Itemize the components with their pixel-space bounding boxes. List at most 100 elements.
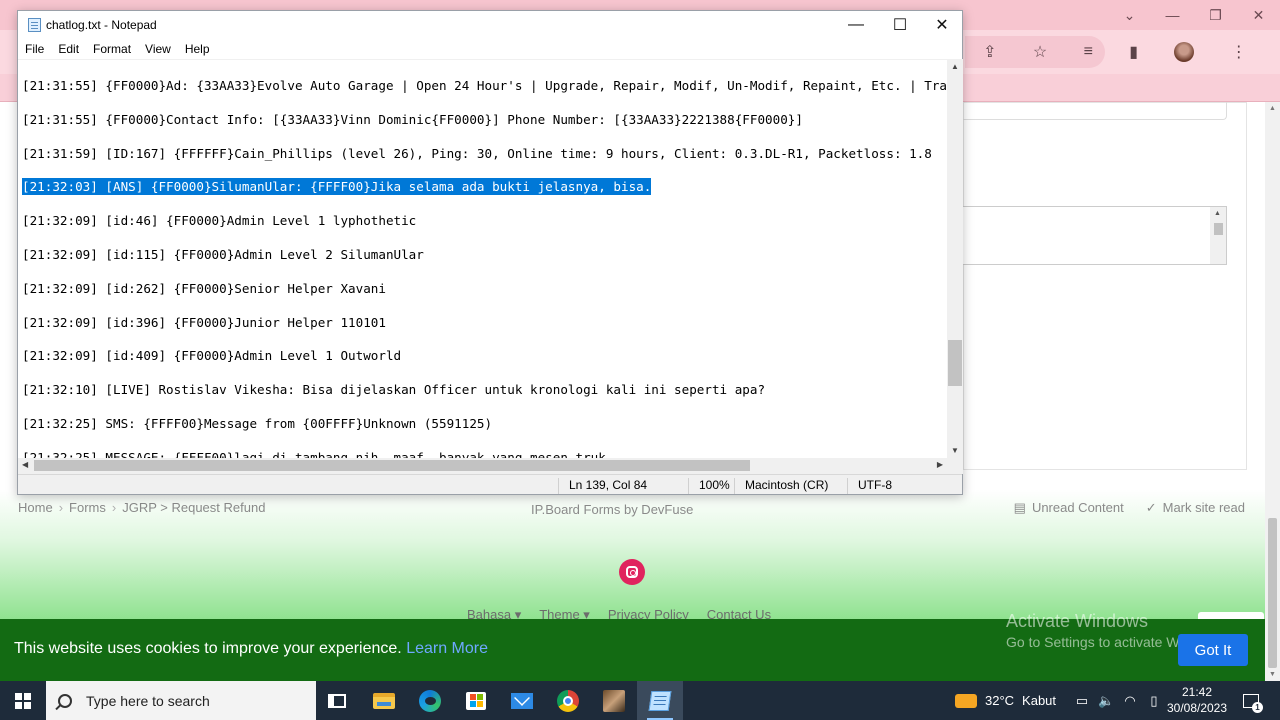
chrome-button[interactable] [545,681,591,720]
search-icon [58,693,72,708]
form-textarea[interactable]: ▲ [963,206,1227,265]
menu-view[interactable]: View [138,39,178,59]
horizontal-scroll-thumb[interactable] [34,460,750,471]
battery-icon[interactable]: ▯ [1146,693,1162,709]
media-icon[interactable]: ≡ [1084,43,1093,61]
learn-more-link[interactable]: Learn More [406,640,488,657]
breadcrumb-home[interactable]: Home [18,500,53,516]
network-icon[interactable]: ▭ [1074,693,1090,709]
bookmark-star-icon[interactable]: ☆ [1033,42,1047,62]
encoding: UTF-8 [847,478,962,494]
chevron-right-icon: › [111,500,117,515]
scroll-up-arrow-icon[interactable]: ▲ [951,62,959,71]
side-panel-icon[interactable]: ▮ [1129,42,1138,62]
minimize-icon[interactable]: — [1151,0,1194,30]
clock-date: 30/08/2023 [1166,701,1228,715]
text-line[interactable]: [21:32:09] [id:409] {FF0000}Admin Level … [22,347,401,364]
notepad-taskbar-button[interactable] [637,681,683,720]
wifi-icon[interactable]: ◠ [1122,693,1138,709]
mark-site-read-label: Mark site read [1162,500,1245,515]
text-line[interactable]: [21:32:10] [LIVE] Rostislav Vikesha: Bis… [22,381,765,398]
game-app-button[interactable] [591,681,637,720]
menu-format[interactable]: Format [86,39,138,59]
text-line[interactable]: [21:32:25] MESSAGE: {FFFF00}lagi di tamb… [22,449,606,458]
window-title: chatlog.txt - Notepad [46,18,157,32]
scroll-up-arrow-icon[interactable]: ▲ [1269,105,1276,112]
file-explorer-button[interactable] [361,681,407,720]
task-view-button[interactable] [314,681,360,720]
scroll-thumb[interactable] [1214,223,1223,235]
scroll-down-arrow-icon[interactable]: ▼ [951,446,959,455]
activate-windows-title: Activate Windows [1006,611,1149,631]
weather-hazy-icon [955,693,977,708]
menu-file[interactable]: File [18,39,51,59]
scroll-up-arrow-icon[interactable]: ▲ [1214,210,1221,217]
clock[interactable]: 21:42 30/08/2023 [1166,684,1228,716]
scroll-left-arrow-icon[interactable]: ◀ [22,460,28,469]
menu-dots-icon[interactable]: ⋮ [1231,42,1247,62]
mail-button[interactable] [499,681,545,720]
maximize-button[interactable]: ☐ [878,11,922,39]
breadcrumb: Home › Forms › JGRP > Request Refund [18,500,265,516]
text-line[interactable]: [21:32:25] SMS: {FFFF00}Message from {00… [22,415,492,432]
resize-grip-icon[interactable] [947,458,963,474]
taskbar-search-box[interactable]: Type here to search [46,681,316,720]
form-input-field[interactable] [963,102,1227,120]
weather-widget[interactable]: 32°C Kabut [955,681,1056,720]
text-line[interactable]: [21:32:03] [ANS] {FF0000}SilumanUlar: {F… [22,178,652,196]
notification-badge: 1 [1252,701,1263,713]
scroll-down-arrow-icon[interactable]: ▼ [1269,671,1276,678]
text-editor-area[interactable]: [21:31:55] {FF0000}Ad: {33AA33}Evolve Au… [18,59,947,458]
store-button[interactable] [453,681,499,720]
store-icon [466,691,486,710]
close-button[interactable]: ✕ [920,11,964,39]
page-scrollbar[interactable]: ▲ ▼ [1265,102,1280,681]
vertical-scrollbar[interactable]: ▲ ▼ [947,59,963,458]
mark-site-read-link[interactable]: ✓ Mark site read [1146,500,1245,516]
got-it-button[interactable]: Got It [1178,634,1248,666]
browser-toolbar-icons: ⇪ ☆ ≡ ▮ ⋮ [965,36,1265,68]
instagram-icon[interactable] [619,559,645,585]
text-line[interactable]: [21:32:09] [id:396] {FF0000}Junior Helpe… [22,314,386,331]
footer-credit[interactable]: IP.Board Forms by DevFuse [531,502,693,517]
chevron-down-icon[interactable]: ⌄ [1108,0,1151,30]
menu-bar: File Edit Format View Help [18,39,962,59]
text-line[interactable]: [21:31:59] [ID:167] {FFFFFF}Cain_Phillip… [22,145,932,162]
breadcrumb-forms[interactable]: Forms [69,500,106,516]
unread-content-link[interactable]: ▤ Unread Content [1014,500,1124,516]
notepad-titlebar[interactable]: chatlog.txt - Notepad — ☐ ✕ [18,11,962,39]
page-scroll-thumb[interactable] [1268,518,1277,668]
restore-icon[interactable]: ❐ [1194,0,1237,30]
notification-center-button[interactable]: 1 [1236,681,1266,720]
clock-time: 21:42 [1181,685,1213,699]
start-button[interactable] [0,681,46,720]
taskbar: Type here to search 32°C Kabut ▭ 🔈 ◠ ▯ 2… [0,681,1280,720]
notepad-app-icon [28,18,41,32]
game-icon [603,689,625,712]
textarea-scrollbar[interactable]: ▲ [1210,207,1226,264]
text-line[interactable]: [21:31:55] {FF0000}Contact Info: [{33AA3… [22,111,803,128]
chevron-right-icon: › [58,500,64,515]
share-icon[interactable]: ⇪ [983,42,996,62]
menu-help[interactable]: Help [178,39,217,59]
text-line[interactable]: [21:32:09] [id:115] {FF0000}Admin Level … [22,246,424,263]
vertical-scroll-thumb[interactable] [948,340,962,386]
text-line[interactable]: [21:31:55] {FF0000}Ad: {33AA33}Evolve Au… [22,77,947,94]
notification-icon: 1 [1243,693,1263,713]
horizontal-scrollbar[interactable]: ◀ ▶ [18,458,947,474]
notepad-icon [648,690,672,711]
unread-content-label: Unread Content [1031,500,1124,515]
unread-icon: ▤ [1013,500,1026,515]
edge-button[interactable] [407,681,453,720]
line-ending: Macintosh (CR) [734,478,847,494]
minimize-button[interactable]: — [834,11,878,39]
menu-edit[interactable]: Edit [51,39,86,59]
text-line[interactable]: [21:32:09] [id:262] {FF0000}Senior Helpe… [22,280,386,297]
text-line[interactable]: [21:32:09] [id:46] {FF0000}Admin Level 1… [22,212,416,229]
volume-icon[interactable]: 🔈 [1098,693,1114,709]
breadcrumb-current[interactable]: JGRP > Request Refund [122,500,265,516]
close-icon[interactable]: ✕ [1237,0,1280,30]
profile-avatar[interactable] [1174,42,1195,62]
scroll-right-arrow-icon[interactable]: ▶ [937,460,943,469]
search-placeholder: Type here to search [86,692,210,709]
